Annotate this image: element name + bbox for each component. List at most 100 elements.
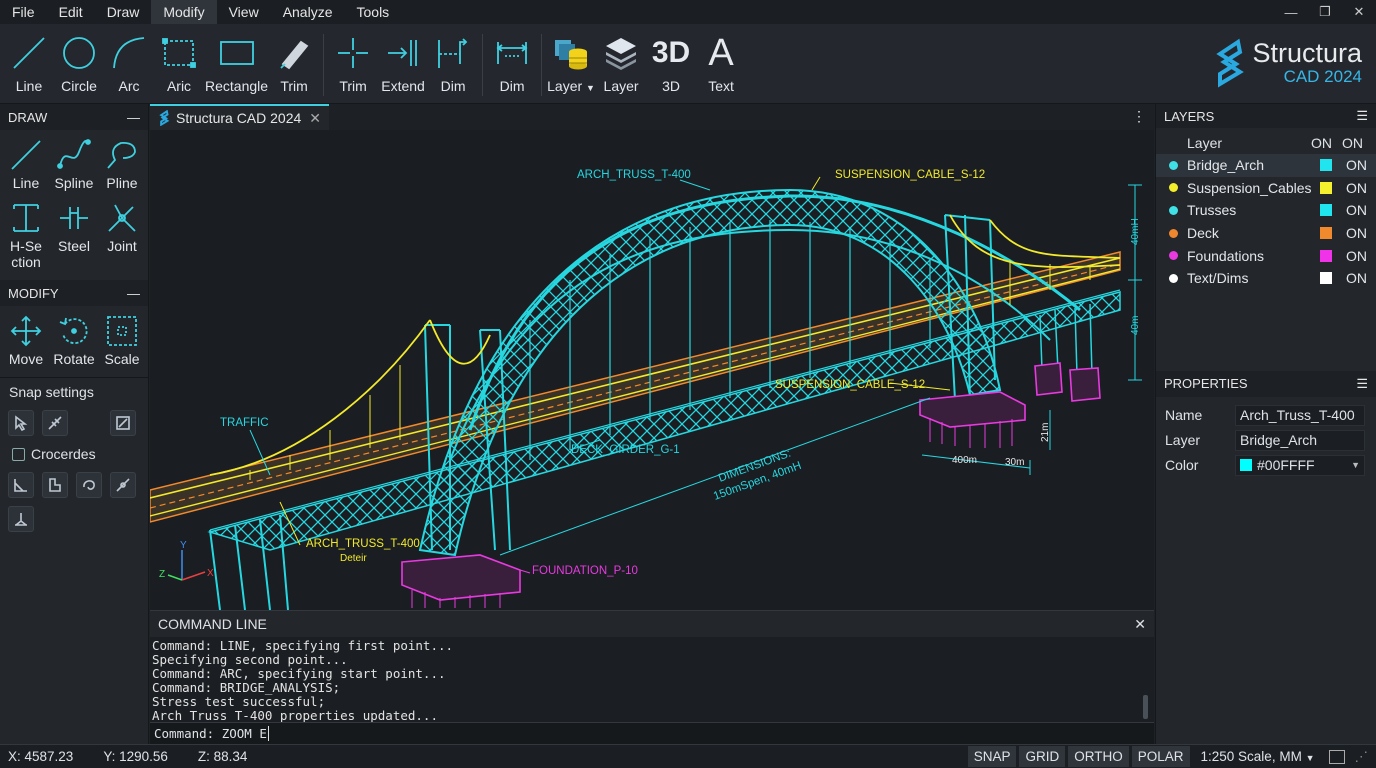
collapse-modify-button[interactable]: — bbox=[127, 286, 140, 301]
modify-panel-header: MODIFY — bbox=[0, 280, 148, 306]
menu-view[interactable]: View bbox=[217, 0, 271, 24]
snap-midpoint-button[interactable] bbox=[110, 472, 136, 498]
3d-tool-button[interactable]: 3D 3D bbox=[647, 24, 695, 104]
snap-pointer-button[interactable] bbox=[8, 410, 34, 436]
resize-grip-icon[interactable]: ⋰ bbox=[1355, 749, 1369, 765]
rectangle-tool-button[interactable]: Rectangle bbox=[205, 24, 268, 104]
close-window-button[interactable]: ✕ bbox=[1342, 0, 1376, 24]
layer-swatch[interactable] bbox=[1320, 249, 1332, 262]
draw-steel-label: Steel bbox=[58, 238, 90, 254]
layer-row[interactable]: Suspension_Cables ON bbox=[1156, 177, 1376, 200]
draw-pline-button[interactable]: Pline bbox=[98, 134, 146, 195]
command-log-line: Specifying second point... bbox=[152, 652, 348, 667]
close-tab-button[interactable]: ✕ bbox=[309, 110, 321, 127]
restore-button[interactable]: ❐ bbox=[1308, 0, 1342, 24]
properties-panel-header: PROPERTIES ☰ bbox=[1156, 370, 1376, 397]
layer-row[interactable]: Deck ON bbox=[1156, 222, 1376, 245]
layer-dropdown-button[interactable]: Layer ▼ bbox=[547, 24, 595, 104]
ribbon-separator bbox=[541, 34, 543, 96]
menu-edit[interactable]: Edit bbox=[47, 0, 95, 24]
layer-state[interactable]: ON bbox=[1346, 248, 1376, 264]
drawing-viewport[interactable]: ARCH_TRUSS_T-400 SUSPENSION_CABLE_S-12 S… bbox=[150, 130, 1154, 610]
dim-40m-label: 40m bbox=[1130, 316, 1141, 335]
snap-insert-button[interactable] bbox=[42, 472, 68, 498]
draw-steel-button[interactable]: Steel bbox=[50, 197, 98, 274]
layer-row[interactable]: Trusses ON bbox=[1156, 199, 1376, 222]
layers-stack-icon bbox=[606, 38, 637, 70]
linear-dimension-icon bbox=[496, 42, 528, 64]
draw-spline-button[interactable]: Spline bbox=[50, 134, 98, 195]
ribbon-separator bbox=[323, 34, 325, 96]
property-color-row: Color #00FFFF ▼ bbox=[1156, 453, 1376, 478]
text-tool-button[interactable]: A Text bbox=[697, 24, 745, 104]
layer-state[interactable]: ON bbox=[1346, 157, 1376, 173]
grid-toggle[interactable]: GRID bbox=[1019, 746, 1066, 767]
snap-endpoint-button[interactable] bbox=[110, 410, 136, 436]
menu-tools[interactable]: Tools bbox=[345, 0, 402, 24]
layer-state[interactable]: ON bbox=[1346, 180, 1376, 196]
draw-line-button[interactable]: Line bbox=[2, 134, 50, 195]
draw-joint-button[interactable]: Joint bbox=[98, 197, 146, 274]
snap-perpendicular-button[interactable] bbox=[8, 472, 34, 498]
layer-row[interactable]: Foundations ON bbox=[1156, 244, 1376, 267]
layer-name: Deck bbox=[1187, 225, 1219, 242]
extend-tool-button[interactable]: Extend bbox=[379, 24, 427, 104]
crocerdes-checkbox[interactable]: Crocerdes bbox=[0, 440, 148, 468]
modify-rotate-button[interactable]: Rotate bbox=[50, 310, 98, 371]
arc-tool-button[interactable]: Arc bbox=[105, 24, 153, 104]
scale-select[interactable]: 1:250 Scale, MM ▼ bbox=[1201, 749, 1315, 764]
brand-version: CAD 2024 bbox=[1283, 67, 1362, 86]
modify-move-button[interactable]: Move bbox=[2, 310, 50, 371]
color-value: #00FFFF bbox=[1257, 457, 1315, 474]
modify-rotate-label: Rotate bbox=[53, 351, 95, 367]
dim-linear-tool-button[interactable]: Dim bbox=[488, 24, 536, 104]
steel-beam-icon bbox=[60, 207, 88, 229]
layer-color-dot bbox=[1169, 273, 1178, 283]
command-scrollbar[interactable] bbox=[1143, 695, 1148, 719]
command-input[interactable]: Command: ZOOM E bbox=[150, 722, 1154, 744]
hamburger-menu-icon[interactable]: ☰ bbox=[1356, 108, 1368, 124]
draw-hsection-button[interactable]: H-Se ction bbox=[2, 197, 50, 274]
ribbon-toolbar: Line Circle Arc Aric Rectangle Trim Trim… bbox=[0, 24, 1376, 104]
layer-state[interactable]: ON bbox=[1346, 202, 1376, 218]
trim-tool-button[interactable]: Trim bbox=[270, 24, 318, 104]
snap-node-button[interactable] bbox=[8, 506, 34, 532]
dim-tool-button[interactable]: Dim bbox=[429, 24, 477, 104]
trim-cross-tool-button[interactable]: Trim bbox=[329, 24, 377, 104]
layer-row[interactable]: Text/Dims ON bbox=[1156, 267, 1376, 290]
modify-scale-button[interactable]: Scale bbox=[98, 310, 146, 371]
aric-tool-button[interactable]: Aric bbox=[155, 24, 203, 104]
layer-state[interactable]: ON bbox=[1346, 270, 1376, 286]
menu-file[interactable]: File bbox=[0, 0, 47, 24]
property-name-field[interactable]: Arch_Truss_T-400 bbox=[1235, 404, 1365, 426]
layer-swatch[interactable] bbox=[1320, 181, 1332, 194]
snap-nearest-button[interactable] bbox=[42, 410, 68, 436]
property-layer-field[interactable]: Bridge_Arch bbox=[1235, 429, 1365, 451]
document-tab[interactable]: Structura CAD 2024 ✕ bbox=[150, 104, 330, 130]
layer-swatch[interactable] bbox=[1320, 159, 1332, 172]
ortho-toggle[interactable]: ORTHO bbox=[1068, 746, 1129, 767]
snap-toggle[interactable]: SNAP bbox=[967, 746, 1017, 767]
property-color-select[interactable]: #00FFFF ▼ bbox=[1235, 454, 1365, 476]
layer-swatch[interactable] bbox=[1320, 204, 1332, 217]
polar-toggle[interactable]: POLAR bbox=[1131, 746, 1190, 767]
layer-tool-button[interactable]: Layer bbox=[597, 24, 645, 104]
collapse-draw-button[interactable]: — bbox=[127, 110, 140, 125]
layer-state[interactable]: ON bbox=[1346, 225, 1376, 241]
menu-modify[interactable]: Modify bbox=[151, 0, 217, 24]
snap-settings-title: Snap settings bbox=[9, 384, 94, 400]
close-command-line-button[interactable]: ✕ bbox=[1134, 616, 1146, 633]
snap-insert-icon bbox=[49, 478, 61, 492]
hamburger-menu-icon[interactable]: ☰ bbox=[1356, 376, 1368, 392]
line-tool-button[interactable]: Line bbox=[5, 24, 53, 104]
snap-tangent-button[interactable] bbox=[76, 472, 102, 498]
tab-menu-button[interactable]: ⋮ bbox=[1132, 108, 1146, 125]
minimize-button[interactable]: — bbox=[1274, 0, 1308, 24]
layout-icon[interactable] bbox=[1328, 749, 1345, 764]
circle-tool-button[interactable]: Circle bbox=[55, 24, 103, 104]
menu-analyze[interactable]: Analyze bbox=[271, 0, 345, 24]
layer-row[interactable]: Bridge_Arch ON bbox=[1156, 154, 1376, 177]
menu-draw[interactable]: Draw bbox=[95, 0, 152, 24]
layer-swatch[interactable] bbox=[1320, 272, 1332, 285]
layer-swatch[interactable] bbox=[1320, 227, 1332, 240]
